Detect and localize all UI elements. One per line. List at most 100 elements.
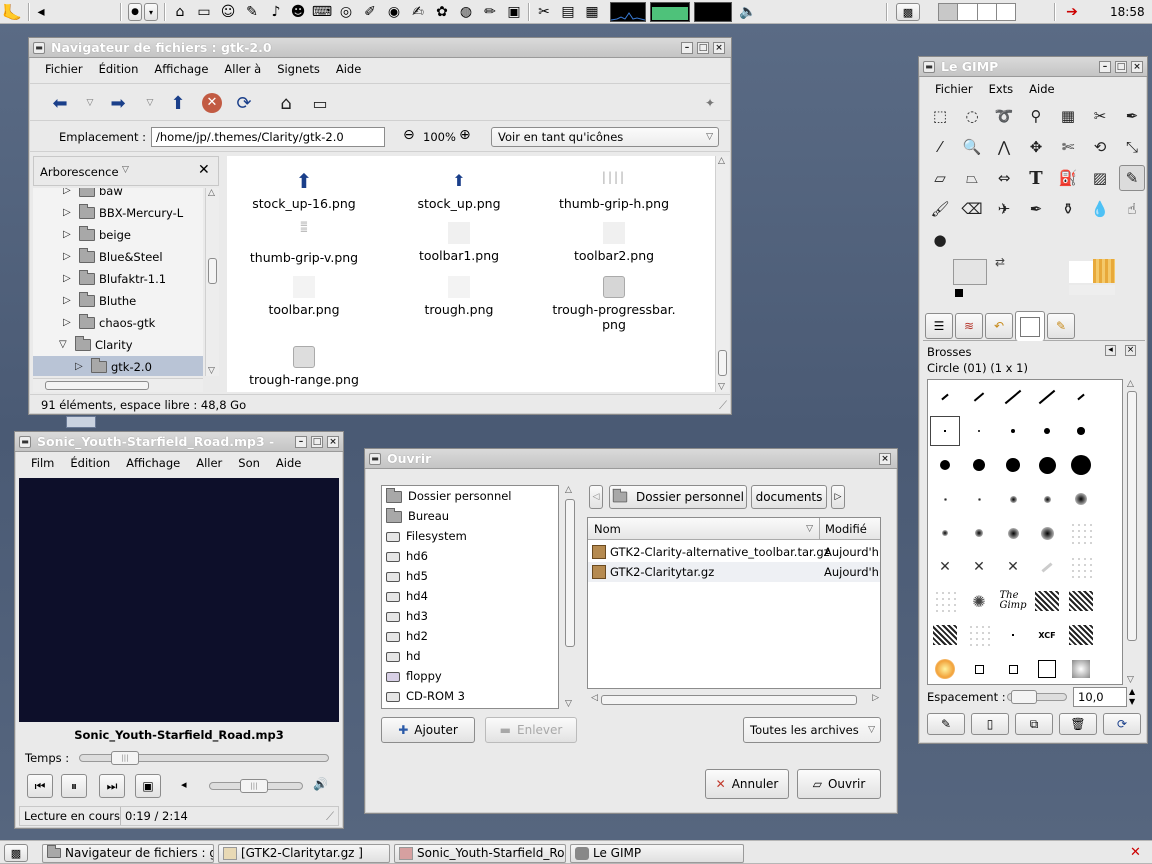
brush-item[interactable] [1032,450,1062,480]
brush-item[interactable] [998,450,1028,480]
close-button[interactable]: × [1131,61,1143,73]
open-button[interactable]: ▱ Ouvrir [797,769,881,799]
eye-icon[interactable]: ◉ [384,2,404,22]
shear-tool-icon[interactable]: ▱ [927,165,953,191]
blur-tool-icon[interactable]: 💧 [1087,196,1113,222]
paintbrush-tool-icon[interactable]: 🖌 [927,196,953,222]
new-brush-button[interactable]: ▯ [971,713,1009,735]
maximize-button[interactable]: □ [311,436,323,448]
brush-item[interactable] [1032,518,1062,548]
taskbar-item[interactable]: Le GIMP [570,844,744,863]
brush-item[interactable]: ✕ [998,552,1028,582]
place-item[interactable]: hd3 [386,606,428,626]
volume-thumb[interactable]: ||| [240,779,268,793]
show-desktop-button[interactable]: ▩ [4,844,28,862]
gimp-titlebar[interactable]: ▬ Le GIMP – □ × [919,57,1147,77]
path-button-home[interactable]: Dossier personnel [609,485,747,509]
smudge-tool-icon[interactable]: ☝ [1119,196,1145,222]
help-icon[interactable]: ☻ [288,2,308,22]
view-mode-select[interactable]: Voir en tant qu'icônes ▽ [491,127,719,147]
menu-signets[interactable]: Signets [269,62,328,76]
ink-tool-icon[interactable]: ✒ [1023,196,1049,222]
playlist-button[interactable]: ▣ [135,774,161,798]
file-row[interactable]: GTK2-Claritytar.gz Aujourd'hu [588,562,880,582]
edit-brush-button[interactable]: ✎ [927,713,965,735]
brush-item[interactable] [1066,416,1096,446]
file-item[interactable]: trough.png [384,276,534,317]
clone-tool-icon[interactable]: ⚱ [1055,196,1081,222]
brush-item[interactable] [964,654,994,684]
workspace-menu-button[interactable]: ▾ [144,3,158,21]
menu-aide[interactable]: Aide [268,456,309,470]
remove-button[interactable]: ▬ Enlever [485,717,577,743]
seek-thumb[interactable]: ||| [111,751,139,765]
icon-view-scrollbar[interactable]: △ ▽ [715,156,729,392]
place-item[interactable]: Bureau [386,506,449,526]
drawer-arrow-icon[interactable]: ◂ [34,2,48,22]
taskbar-item[interactable]: Navigateur de fichiers : gtk [42,844,214,863]
brush-item[interactable] [1032,484,1062,514]
brush-item[interactable] [930,484,960,514]
menu-affichage[interactable]: Affichage [146,62,216,76]
menu-aller[interactable]: Aller à [216,62,269,76]
perspective-tool-icon[interactable]: ⏢ [959,165,985,191]
wrench-icon[interactable]: ✂ [534,2,554,22]
tree-hscrollbar[interactable] [33,378,203,392]
brush-item[interactable] [1032,416,1062,446]
scissors-tool-icon[interactable]: ✂ [1087,103,1113,129]
sound-icon[interactable]: ♪ [266,2,286,22]
zoom-out-icon[interactable]: ⊖ [403,127,415,143]
back-icon[interactable]: ⬅ [47,90,73,116]
duplicate-brush-button[interactable]: ⧉ [1015,713,1053,735]
tab-menu-icon[interactable]: ◂ [1105,345,1116,356]
tools-icon[interactable]: ✎ [242,2,262,22]
move-tool-icon[interactable]: ✥ [1023,134,1049,160]
location-field[interactable]: /home/jp/.themes/Clarity/gtk-2.0 [151,127,385,147]
undo-tab-icon[interactable]: ↶ [985,313,1013,339]
menu-exts[interactable]: Exts [981,82,1022,96]
place-item[interactable]: Filesystem [386,526,467,546]
channels-tab-icon[interactable]: ≋ [955,313,983,339]
package-icon[interactable]: ▣ [504,2,524,22]
brush-item[interactable] [930,518,960,548]
color-select-tool-icon[interactable]: ▦ [1055,103,1081,129]
brush-item[interactable]: The Gimp [998,586,1028,616]
minimize-button[interactable]: – [1099,61,1111,73]
gnome-foot-icon[interactable]: 🦶 [2,2,22,22]
brush-item[interactable] [930,416,960,446]
clock[interactable]: 18:58 [1110,0,1145,24]
brush-item[interactable] [1066,382,1096,412]
brush-item[interactable]: ✕ [930,552,960,582]
place-item[interactable]: hd6 [386,546,428,566]
file-item[interactable]: ≡ ≡ thumb-grip-v.png [229,220,379,266]
scrollbar-thumb[interactable] [45,381,149,390]
workspace-switcher[interactable] [938,3,1016,21]
editor-icon[interactable]: ✍ [408,2,428,22]
menu-aide[interactable]: Aide [1021,82,1062,96]
text-tool-icon[interactable]: T [1023,165,1049,191]
path-button-documents[interactable]: documents [751,485,827,509]
close-button[interactable]: × [327,436,339,448]
spacing-thumb[interactable] [1011,690,1037,704]
tree-item[interactable]: ▷ Blue&Steel [33,246,203,268]
screen-icon[interactable]: ▦ [582,2,602,22]
brush-item[interactable]: ✺ [964,586,994,616]
brush-item[interactable]: ✕ [964,552,994,582]
tree-item[interactable]: ▷ BBX-Mercury-L [33,202,203,224]
brush-item[interactable] [998,654,1028,684]
brush-item[interactable] [964,484,994,514]
refresh-brushes-button[interactable]: ⟳ [1103,713,1141,735]
brush-preview[interactable] [1069,261,1093,283]
rect-select-tool-icon[interactable]: ⬚ [927,103,953,129]
place-item[interactable]: hd4 [386,586,428,606]
brush-item[interactable] [964,518,994,548]
cancel-button[interactable]: ✕ Annuler [705,769,789,799]
places-scrollbar[interactable]: △ ▽ [563,485,577,709]
drive-icon[interactable]: ▭ [194,2,214,22]
file-browser-titlebar[interactable]: ▬ Navigateur de fichiers : gtk-2.0 – □ × [29,38,731,58]
brush-item[interactable] [1066,552,1096,582]
blend-tool-icon[interactable]: ▨ [1087,165,1113,191]
pencil-tool-icon[interactable]: ✎ [1119,165,1145,191]
brush-item[interactable] [964,450,994,480]
place-item[interactable]: hd5 [386,566,428,586]
